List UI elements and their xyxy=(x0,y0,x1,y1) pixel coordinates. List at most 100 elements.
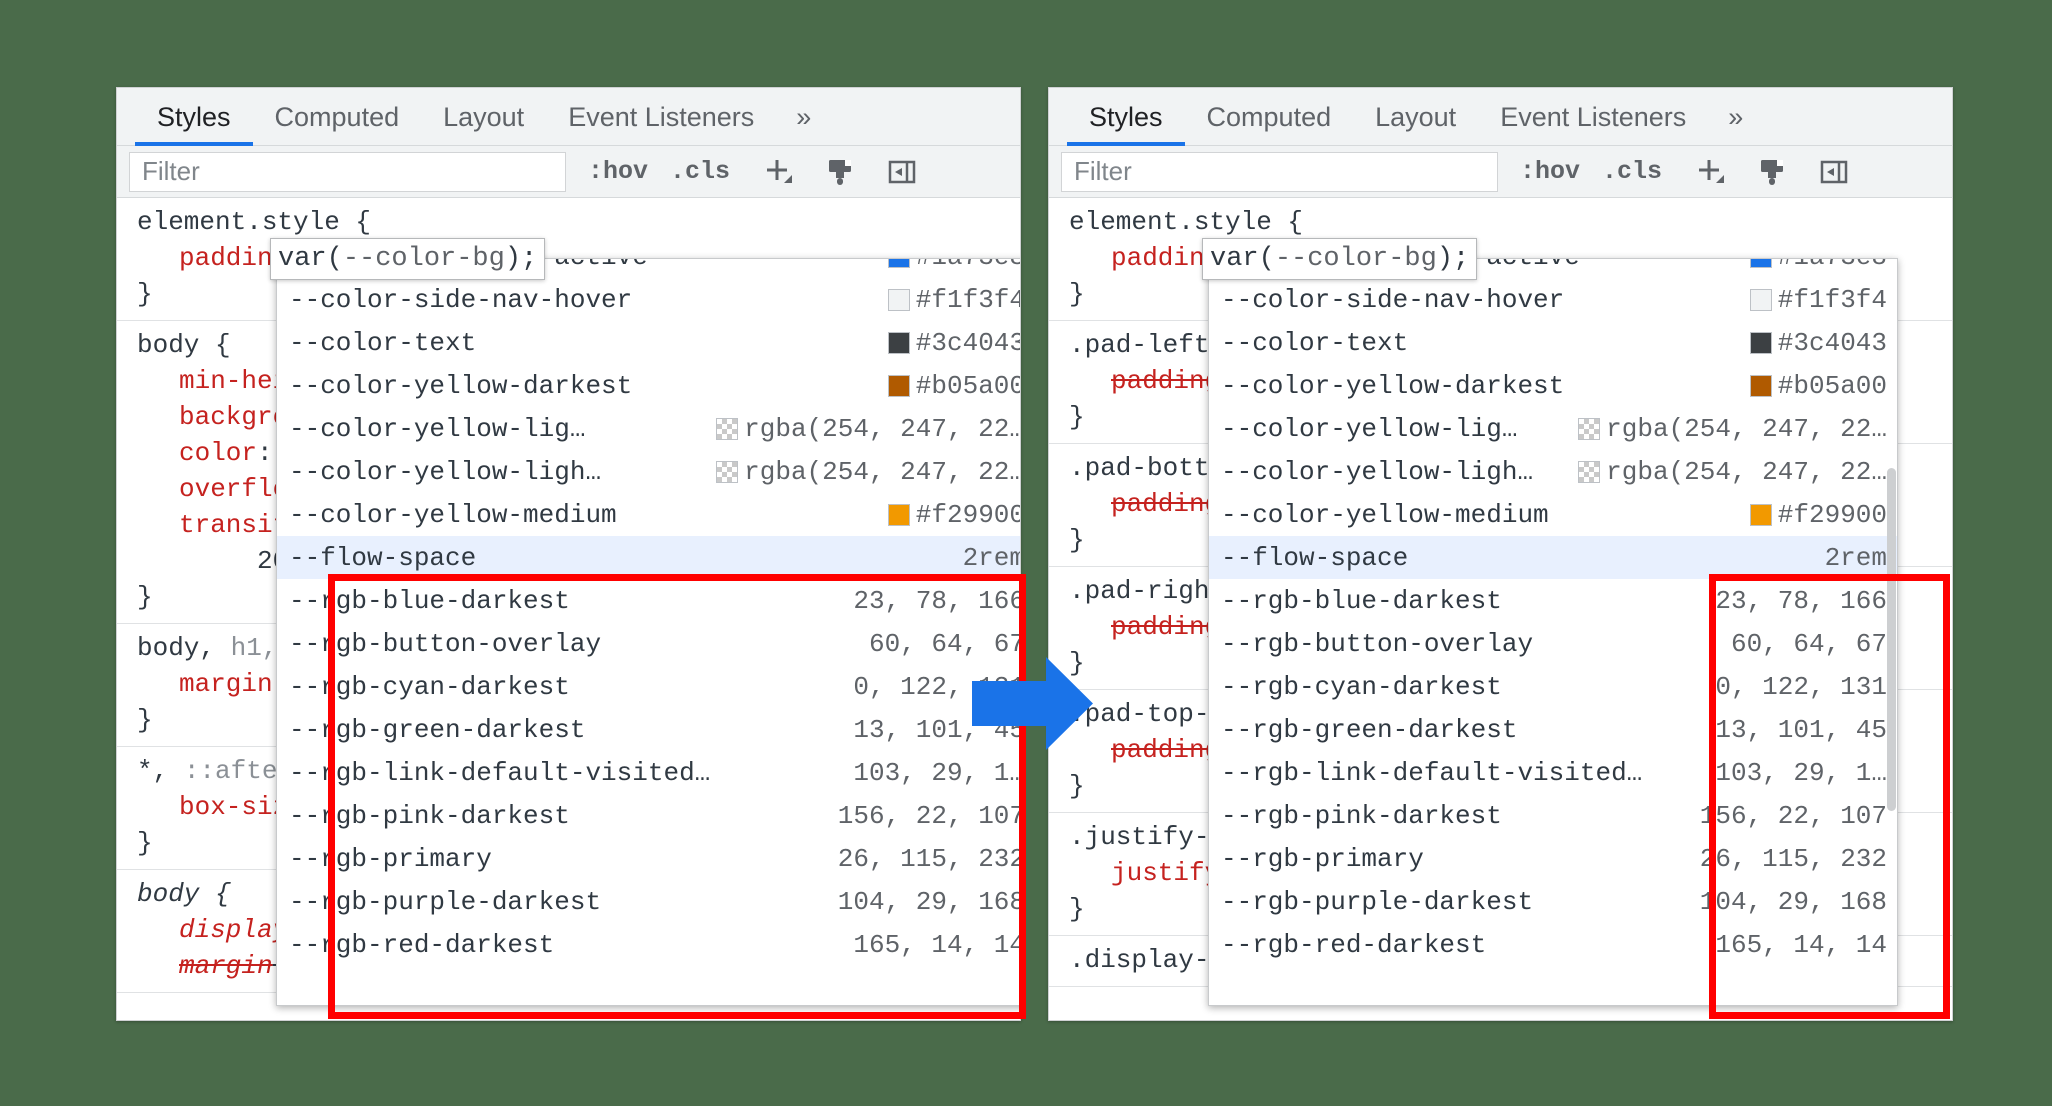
plus-icon[interactable] xyxy=(758,152,798,192)
autocomplete-item[interactable]: --rgb-pink-darkest 156, 22, 107 xyxy=(1209,794,1897,837)
autocomplete-item-value: 165, 14, 14 xyxy=(1715,929,1887,960)
autocomplete-item-value: #3c4043 xyxy=(887,328,1020,358)
value-edit-chip-left[interactable]: var(--color-bg); xyxy=(270,238,546,280)
value-edit-chip-right[interactable]: var(--color-bg); xyxy=(1202,238,1478,280)
color-swatch xyxy=(887,374,910,397)
toggle-sidebar-icon[interactable] xyxy=(1814,152,1854,192)
color-swatch-transparent xyxy=(1578,460,1601,483)
autocomplete-item[interactable]: --color-yellow-lig… rgba(254, 247, 22… xyxy=(277,407,1020,450)
css-selector[interactable]: element.style { xyxy=(117,204,1020,240)
screenshot-stage: Styles Computed Layout Event Listeners »… xyxy=(0,0,2052,1106)
cls-toggle[interactable]: .cls xyxy=(670,157,730,186)
autocomplete-item[interactable]: --color-yellow-medium #f29900 xyxy=(1209,493,1897,536)
toggle-sidebar-icon[interactable] xyxy=(882,152,922,192)
chip-prefix: var( xyxy=(278,244,343,274)
style-paintbrush-icon[interactable] xyxy=(1752,152,1792,192)
autocomplete-item[interactable]: --rgb-cyan-darkest 0, 122, 131 xyxy=(277,665,1020,708)
autocomplete-item[interactable]: --color-yellow-lig… rgba(254, 247, 22… xyxy=(1209,407,1897,450)
autocomplete-item-name: --rgb-link-default-visited… xyxy=(1221,757,1643,788)
css-property[interactable]: display xyxy=(179,915,288,945)
tabs-overflow-icon[interactable]: » xyxy=(776,88,829,146)
autocomplete-item-name: --rgb-purple-darkest xyxy=(289,886,602,917)
filter-toolbar-right: :hov .cls xyxy=(1049,146,1952,198)
plus-icon[interactable] xyxy=(1690,152,1730,192)
autocomplete-item[interactable]: --rgb-button-overlay 60, 64, 67 xyxy=(277,622,1020,665)
autocomplete-item[interactable]: --rgb-green-darkest 13, 101, 45 xyxy=(1209,708,1897,751)
css-selector[interactable]: element.style { xyxy=(1049,204,1952,240)
tab-computed[interactable]: Computed xyxy=(253,88,422,146)
tab-event-listeners[interactable]: Event Listeners xyxy=(1478,88,1708,146)
autocomplete-item-name: --color-yellow-lig… xyxy=(1221,413,1518,444)
autocomplete-item[interactable]: --flow-space 2rem xyxy=(277,536,1020,579)
autocomplete-item[interactable]: --color-yellow-ligh… rgba(254, 247, 22… xyxy=(1209,450,1897,493)
css-property[interactable]: margin xyxy=(179,951,273,981)
style-paintbrush-icon[interactable] xyxy=(820,152,860,192)
autocomplete-item[interactable]: --rgb-purple-darkest 104, 29, 168 xyxy=(277,880,1020,923)
autocomplete-item-name: --rgb-green-darkest xyxy=(289,714,586,745)
autocomplete-scrollbar-thumb[interactable] xyxy=(1887,468,1896,811)
autocomplete-item[interactable]: --rgb-link-default-visited… 103, 29, 1… xyxy=(1209,751,1897,794)
autocomplete-item-name: --rgb-pink-darkest xyxy=(289,800,570,831)
color-swatch-transparent xyxy=(716,460,739,483)
autocomplete-item[interactable]: --rgb-link-default-visited… 103, 29, 1… xyxy=(277,751,1020,794)
autocomplete-scrollbar[interactable] xyxy=(1887,260,1896,1004)
tab-styles[interactable]: Styles xyxy=(135,88,253,146)
autocomplete-item[interactable]: --color-side-nav-hover #f1f3f4 xyxy=(1209,278,1897,321)
tab-layout[interactable]: Layout xyxy=(421,88,546,146)
css-property[interactable]: margin xyxy=(179,669,273,699)
cls-toggle[interactable]: .cls xyxy=(1602,157,1662,186)
autocomplete-item[interactable]: --rgb-green-darkest 13, 101, 45 xyxy=(277,708,1020,751)
filter-input[interactable] xyxy=(129,151,566,192)
filter-toolbar-left: :hov .cls xyxy=(117,146,1020,198)
autocomplete-item-value: 23, 78, 166 xyxy=(1715,585,1887,616)
autocomplete-item-name: --rgb-purple-darkest xyxy=(1221,886,1534,917)
tabstrip-right: Styles Computed Layout Event Listeners » xyxy=(1049,88,1952,146)
autocomplete-item[interactable]: --rgb-blue-darkest 23, 78, 166 xyxy=(277,579,1020,622)
autocomplete-item-value: rgba(254, 247, 22… xyxy=(1578,414,1887,444)
filter-input[interactable] xyxy=(1061,151,1498,192)
tabs-overflow-icon[interactable]: » xyxy=(1708,88,1761,146)
autocomplete-item[interactable]: --color-yellow-ligh… rgba(254, 247, 22… xyxy=(277,450,1020,493)
autocomplete-item[interactable]: --rgb-primary 26, 115, 232 xyxy=(277,837,1020,880)
color-swatch xyxy=(887,503,910,526)
autocomplete-item[interactable]: --flow-space 2rem xyxy=(1209,536,1897,579)
tab-computed[interactable]: Computed xyxy=(1185,88,1354,146)
autocomplete-item-value: rgba(254, 247, 22… xyxy=(716,457,1020,487)
autocomplete-item-name: --rgb-cyan-darkest xyxy=(289,671,570,702)
tab-styles[interactable]: Styles xyxy=(1067,88,1185,146)
autocomplete-item[interactable]: --rgb-red-darkest 165, 14, 14 xyxy=(1209,923,1897,966)
autocomplete-item[interactable]: --rgb-primary 26, 115, 232 xyxy=(1209,837,1897,880)
autocomplete-item-value: rgba(254, 247, 22… xyxy=(716,414,1020,444)
color-swatch-transparent xyxy=(716,417,739,440)
autocomplete-item-value: #1a73e8 xyxy=(1749,259,1887,272)
hov-toggle[interactable]: :hov xyxy=(1520,157,1580,186)
chip-semicolon: ; xyxy=(1453,244,1470,274)
autocomplete-item-value: rgba(254, 247, 22… xyxy=(1578,457,1887,487)
autocomplete-item-name: --flow-space xyxy=(1221,542,1409,573)
autocomplete-item[interactable]: --color-yellow-medium #f29900 xyxy=(277,493,1020,536)
color-swatch xyxy=(1749,288,1772,311)
color-swatch xyxy=(887,331,910,354)
autocomplete-item[interactable]: --rgb-blue-darkest 23, 78, 166 xyxy=(1209,579,1897,622)
hov-toggle[interactable]: :hov xyxy=(588,157,648,186)
autocomplete-item-value: #b05a00 xyxy=(1749,371,1887,401)
autocomplete-item[interactable]: --color-yellow-darkest #b05a00 xyxy=(1209,364,1897,407)
autocomplete-item-name: --rgb-button-overlay xyxy=(1221,628,1534,659)
autocomplete-item[interactable]: --rgb-button-overlay 60, 64, 67 xyxy=(1209,622,1897,665)
autocomplete-item-name: --rgb-red-darkest xyxy=(1221,929,1487,960)
autocomplete-popup-right[interactable]: --color-side-nav-active#1a73e8--color-si… xyxy=(1208,258,1898,1006)
autocomplete-item[interactable]: --color-text #3c4043 xyxy=(1209,321,1897,364)
autocomplete-item-name: --color-yellow-darkest xyxy=(1221,370,1565,401)
autocomplete-item-name: --color-side-nav-hover xyxy=(289,284,633,315)
tab-event-listeners[interactable]: Event Listeners xyxy=(546,88,776,146)
autocomplete-item[interactable]: --rgb-red-darkest 165, 14, 14 xyxy=(277,923,1020,966)
autocomplete-popup-left[interactable]: --color-side-nav-active#1a73e8--color-si… xyxy=(276,258,1020,1006)
css-property[interactable]: color xyxy=(179,438,257,468)
autocomplete-item[interactable]: --color-side-nav-hover #f1f3f4 xyxy=(277,278,1020,321)
autocomplete-item[interactable]: --rgb-pink-darkest 156, 22, 107 xyxy=(277,794,1020,837)
autocomplete-item[interactable]: --color-yellow-darkest #b05a00 xyxy=(277,364,1020,407)
autocomplete-item[interactable]: --color-text #3c4043 xyxy=(277,321,1020,364)
autocomplete-item[interactable]: --rgb-cyan-darkest 0, 122, 131 xyxy=(1209,665,1897,708)
tab-layout[interactable]: Layout xyxy=(1353,88,1478,146)
autocomplete-item[interactable]: --rgb-purple-darkest 104, 29, 168 xyxy=(1209,880,1897,923)
